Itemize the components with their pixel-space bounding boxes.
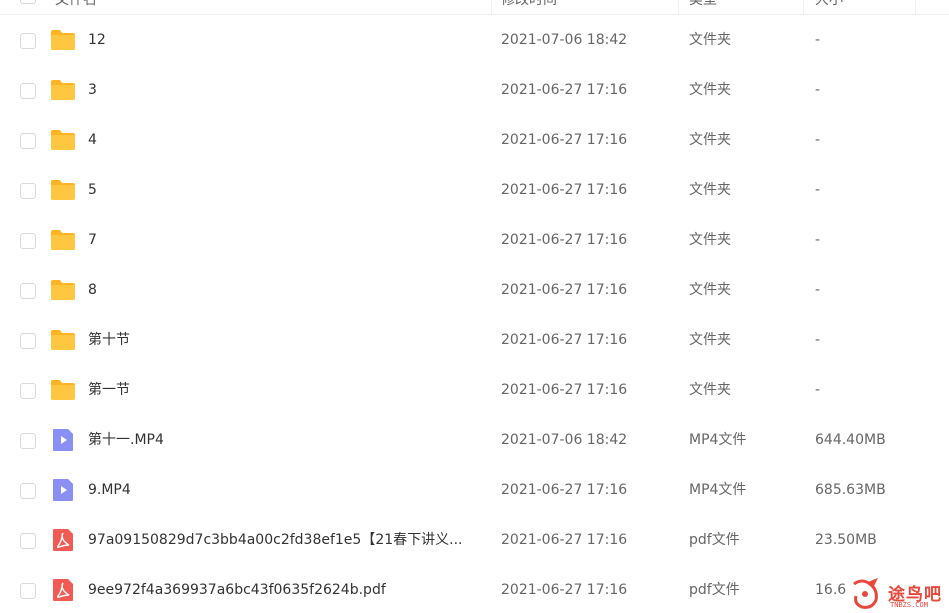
file-size: - bbox=[815, 82, 821, 98]
file-type: pdf文件 bbox=[689, 532, 740, 548]
file-name[interactable]: 4 bbox=[88, 130, 97, 150]
file-type: pdf文件 bbox=[689, 582, 740, 598]
file-size: - bbox=[815, 182, 821, 198]
file-row[interactable]: 12 2021-07-06 18:42 文件夹 - bbox=[0, 15, 949, 65]
pdf-file-icon bbox=[50, 578, 76, 602]
file-name[interactable]: 8 bbox=[88, 280, 97, 300]
file-type: 文件夹 bbox=[689, 132, 731, 148]
file-modified-time: 2021-06-27 17:16 bbox=[501, 282, 628, 298]
row-checkbox[interactable] bbox=[20, 583, 36, 599]
select-all-checkbox[interactable] bbox=[20, 0, 36, 4]
file-name[interactable]: 第十一.MP4 bbox=[88, 430, 164, 450]
file-name[interactable]: 9ee972f4a369937a6bc43f0635f2624b.pdf bbox=[88, 580, 386, 600]
file-name[interactable]: 9.MP4 bbox=[88, 480, 131, 500]
file-type: 文件夹 bbox=[689, 182, 731, 198]
file-size: - bbox=[815, 382, 821, 398]
file-modified-time: 2021-07-06 18:42 bbox=[501, 32, 628, 48]
file-modified-time: 2021-06-27 17:16 bbox=[501, 332, 628, 348]
file-modified-time: 2021-06-27 17:16 bbox=[501, 382, 628, 398]
file-size: - bbox=[815, 132, 821, 148]
file-type: 文件夹 bbox=[689, 282, 731, 298]
folder-icon bbox=[50, 178, 76, 202]
folder-icon bbox=[50, 128, 76, 152]
column-divider[interactable] bbox=[915, 0, 916, 14]
row-checkbox[interactable] bbox=[20, 483, 36, 499]
folder-icon bbox=[50, 378, 76, 402]
folder-icon bbox=[50, 328, 76, 352]
file-modified-time: 2021-06-27 17:16 bbox=[501, 532, 628, 548]
file-modified-time: 2021-06-27 17:16 bbox=[501, 232, 628, 248]
file-modified-time: 2021-06-27 17:16 bbox=[501, 482, 628, 498]
file-size: 644.40MB bbox=[815, 432, 886, 448]
file-list-header: 文件名 修改时间 ✓ 类型 大小 bbox=[0, 0, 949, 15]
file-row[interactable]: 3 2021-06-27 17:16 文件夹 - bbox=[0, 65, 949, 115]
video-file-icon bbox=[50, 428, 76, 452]
file-row[interactable]: 第十一.MP4 2021-07-06 18:42 MP4文件 644.40MB bbox=[0, 415, 949, 465]
file-size: 16.6 bbox=[815, 582, 847, 598]
file-size: - bbox=[815, 232, 821, 248]
file-modified-time: 2021-06-27 17:16 bbox=[501, 132, 628, 148]
file-row[interactable]: 第一节 2021-06-27 17:16 文件夹 - bbox=[0, 365, 949, 415]
folder-icon bbox=[50, 278, 76, 302]
file-type: 文件夹 bbox=[689, 232, 731, 248]
row-checkbox[interactable] bbox=[20, 133, 36, 149]
file-name[interactable]: 第一节 bbox=[88, 380, 130, 400]
file-type: 文件夹 bbox=[689, 82, 731, 98]
column-header-name[interactable]: 文件名 bbox=[55, 0, 97, 12]
file-size: - bbox=[815, 32, 821, 48]
file-type: 文件夹 bbox=[689, 332, 731, 348]
column-divider[interactable] bbox=[803, 0, 804, 14]
file-modified-time: 2021-06-27 17:16 bbox=[501, 182, 628, 198]
file-type: MP4文件 bbox=[689, 482, 747, 498]
file-name[interactable]: 12 bbox=[88, 30, 106, 50]
column-divider[interactable] bbox=[678, 0, 679, 14]
file-modified-time: 2021-06-27 17:16 bbox=[501, 582, 628, 598]
row-checkbox[interactable] bbox=[20, 433, 36, 449]
file-name[interactable]: 3 bbox=[88, 80, 97, 100]
row-checkbox[interactable] bbox=[20, 533, 36, 549]
file-name[interactable]: 第十节 bbox=[88, 330, 130, 350]
file-modified-time: 2021-07-06 18:42 bbox=[501, 432, 628, 448]
file-size: - bbox=[815, 282, 821, 298]
folder-icon bbox=[50, 78, 76, 102]
row-checkbox[interactable] bbox=[20, 333, 36, 349]
row-checkbox[interactable] bbox=[20, 283, 36, 299]
file-name[interactable]: 5 bbox=[88, 180, 97, 200]
file-modified-time: 2021-06-27 17:16 bbox=[501, 82, 628, 98]
file-size: 685.63MB bbox=[815, 482, 886, 498]
file-row[interactable]: 7 2021-06-27 17:16 文件夹 - bbox=[0, 215, 949, 265]
column-header-type[interactable]: 类型 bbox=[689, 0, 717, 12]
row-checkbox[interactable] bbox=[20, 383, 36, 399]
file-row[interactable]: 第十节 2021-06-27 17:16 文件夹 - bbox=[0, 315, 949, 365]
file-size: - bbox=[815, 332, 821, 348]
file-row[interactable]: 4 2021-06-27 17:16 文件夹 - bbox=[0, 115, 949, 165]
row-checkbox[interactable] bbox=[20, 233, 36, 249]
row-checkbox[interactable] bbox=[20, 33, 36, 49]
file-name[interactable]: 97a09150829d7c3bb4a00c2fd38ef1e5【21春下讲义.… bbox=[88, 530, 463, 550]
file-size: 23.50MB bbox=[815, 532, 877, 548]
file-type: 文件夹 bbox=[689, 32, 731, 48]
row-checkbox[interactable] bbox=[20, 83, 36, 99]
row-checkbox[interactable] bbox=[20, 183, 36, 199]
column-divider[interactable] bbox=[491, 0, 492, 14]
file-row[interactable]: 9.MP4 2021-06-27 17:16 MP4文件 685.63MB bbox=[0, 465, 949, 515]
file-name[interactable]: 7 bbox=[88, 230, 97, 250]
column-header-modified[interactable]: 修改时间 bbox=[501, 0, 557, 12]
file-manager: 文件名 修改时间 ✓ 类型 大小 122021-07-06 18:42文件夹-3… bbox=[0, 0, 949, 613]
file-row[interactable]: 5 2021-06-27 17:16 文件夹 - bbox=[0, 165, 949, 215]
file-row[interactable]: 9ee972f4a369937a6bc43f0635f2624b.pdf 2021… bbox=[0, 565, 949, 613]
file-row[interactable]: 97a09150829d7c3bb4a00c2fd38ef1e5【21春下讲义.… bbox=[0, 515, 949, 565]
folder-icon bbox=[50, 228, 76, 252]
video-file-icon bbox=[50, 478, 76, 502]
pdf-file-icon bbox=[50, 528, 76, 552]
file-row[interactable]: 8 2021-06-27 17:16 文件夹 - bbox=[0, 265, 949, 315]
folder-icon bbox=[50, 28, 76, 52]
file-type: MP4文件 bbox=[689, 432, 747, 448]
column-header-size[interactable]: 大小 bbox=[815, 0, 843, 12]
file-type: 文件夹 bbox=[689, 382, 731, 398]
